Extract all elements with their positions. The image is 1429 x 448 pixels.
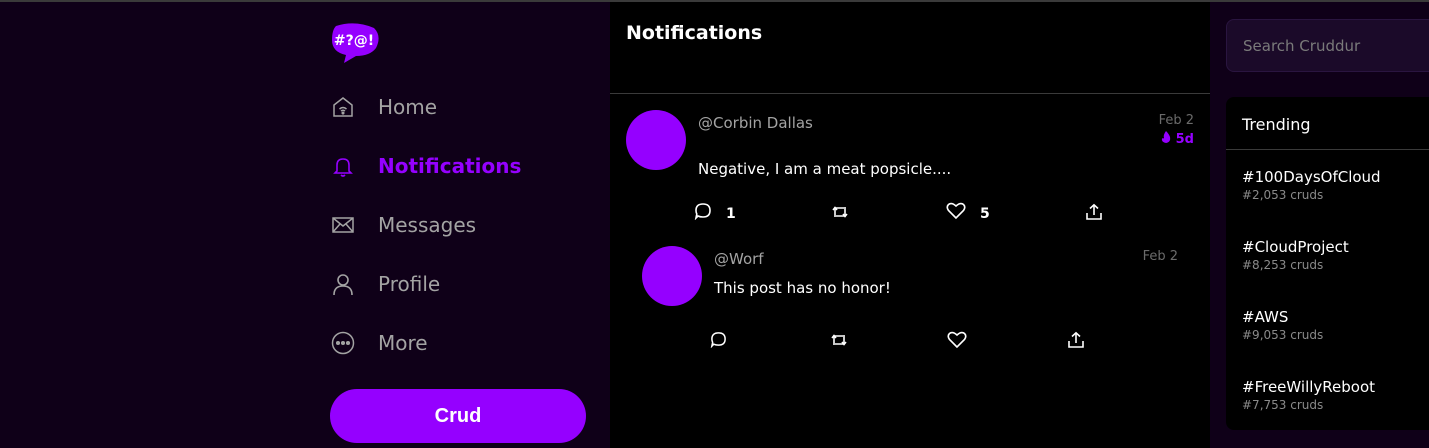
- post-message: Negative, I am a meat popsicle....: [698, 160, 952, 178]
- nav-item-profile[interactable]: Profile: [330, 264, 440, 304]
- reply-handle[interactable]: @Worf: [714, 250, 764, 268]
- trending-count: #8,253 cruds: [1242, 258, 1324, 272]
- trending-tag: #100DaysOfCloud: [1242, 168, 1381, 186]
- reply-date: Feb 2: [1142, 249, 1178, 264]
- trending-count: #9,053 cruds: [1242, 328, 1324, 342]
- bell-icon: [330, 153, 356, 179]
- trending-item[interactable]: #FreeWillyReboot #7,753 cruds: [1242, 378, 1375, 412]
- nav-item-notifications[interactable]: Notifications: [330, 146, 521, 186]
- trending-item[interactable]: #CloudProject #8,253 cruds: [1242, 238, 1349, 272]
- reply-message: This post has no honor!: [714, 279, 891, 297]
- trending-tag: #FreeWillyReboot: [1242, 378, 1376, 396]
- trending-title: Trending: [1226, 97, 1429, 150]
- post-ttl: 5d: [1160, 131, 1194, 147]
- share-icon: [1067, 331, 1085, 354]
- trending-panel: Trending #100DaysOfCloud #2,053 cruds #C…: [1226, 97, 1429, 430]
- logo-text: #?@!: [334, 33, 374, 49]
- trending-item[interactable]: #100DaysOfCloud #2,053 cruds: [1242, 168, 1381, 202]
- post-date: Feb 2: [1158, 113, 1194, 128]
- nav-item-more[interactable]: More: [330, 323, 428, 363]
- heart-icon: [946, 202, 966, 225]
- trending-tag: #AWS: [1242, 308, 1289, 326]
- nav-label-notifications: Notifications: [378, 154, 522, 178]
- search-input[interactable]: [1226, 19, 1429, 72]
- cruddur-logo[interactable]: #?@!: [330, 22, 380, 64]
- sidebar-nav: #?@! Home Notifications Messages Profile…: [330, 2, 610, 448]
- heart-icon: [947, 331, 967, 354]
- page-title: Notifications: [626, 22, 763, 44]
- reply-avatar[interactable]: [642, 246, 702, 306]
- envelope-icon: [330, 212, 356, 238]
- nav-label-profile: Profile: [378, 272, 441, 296]
- flame-icon: [1160, 131, 1172, 147]
- user-icon: [330, 271, 356, 297]
- trending-count: #7,753 cruds: [1242, 398, 1324, 412]
- share-icon: [1085, 203, 1103, 226]
- reply-reply-button[interactable]: [710, 331, 727, 353]
- nav-label-messages: Messages: [378, 213, 477, 237]
- more-icon: [330, 330, 356, 356]
- ttl-label: 5d: [1175, 131, 1194, 147]
- crud-button[interactable]: Crud: [330, 389, 586, 443]
- reply-share-button[interactable]: [1067, 331, 1085, 354]
- post-handle[interactable]: @Corbin Dallas: [698, 114, 813, 132]
- nav-item-home[interactable]: Home: [330, 87, 437, 127]
- reply-count: 1: [726, 205, 736, 222]
- repost-icon: [831, 203, 849, 226]
- nav-label-home: Home: [378, 95, 438, 119]
- repost-button[interactable]: [831, 203, 849, 226]
- reply-icon: [694, 202, 712, 225]
- reply-button[interactable]: 1: [694, 202, 736, 225]
- nav-item-messages[interactable]: Messages: [330, 205, 476, 245]
- trending-tag: #CloudProject: [1242, 238, 1349, 256]
- share-button[interactable]: [1085, 203, 1103, 226]
- reply-icon: [710, 331, 727, 353]
- reply-like-button[interactable]: [947, 331, 967, 354]
- feed-header: Notifications: [610, 2, 1210, 94]
- home-icon: [330, 94, 356, 120]
- avatar[interactable]: [626, 110, 686, 170]
- nav-label-more: More: [378, 331, 428, 355]
- like-button[interactable]: 5: [946, 202, 990, 225]
- repost-icon: [830, 331, 848, 354]
- like-count: 5: [980, 205, 990, 222]
- trending-count: #2,053 cruds: [1242, 188, 1324, 202]
- notifications-feed: Notifications @Corbin Dallas Feb 2 5d Ne…: [610, 2, 1210, 448]
- reply-repost-button[interactable]: [830, 331, 848, 354]
- trending-item[interactable]: #AWS #9,053 cruds: [1242, 308, 1323, 342]
